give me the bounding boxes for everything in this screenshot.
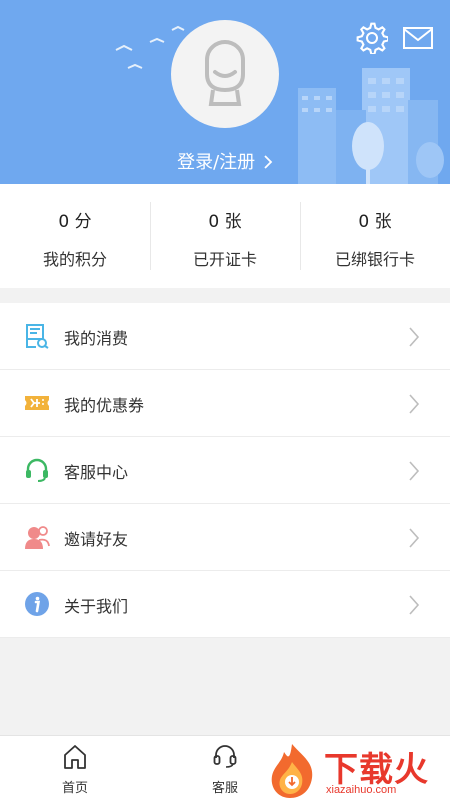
menu-list: 我的消费 我的优惠券 客服中心 邀请好友 关于我们 bbox=[0, 303, 450, 638]
stat-label: 我的积分 bbox=[42, 250, 107, 269]
divider bbox=[300, 202, 301, 270]
stat-bank-cards[interactable]: 0 张 已绑银行卡 bbox=[300, 184, 450, 288]
menu-item-label: 客服中心 bbox=[64, 463, 129, 482]
tab-label: 客服 bbox=[211, 781, 238, 796]
coupon-icon bbox=[25, 396, 49, 410]
site-watermark: 下载火 xiazaihuo.com bbox=[262, 740, 450, 800]
stat-label: 已开证卡 bbox=[192, 250, 257, 269]
stat-value: 0 张 bbox=[208, 212, 242, 232]
gear-icon bbox=[356, 22, 390, 56]
home-icon bbox=[64, 745, 86, 769]
menu-item-label: 邀请好友 bbox=[64, 530, 129, 549]
login-register-label: 登录/注册 bbox=[177, 152, 256, 173]
menu-item-label: 我的优惠券 bbox=[64, 396, 145, 415]
stats-panel: 0 分 我的积分 0 张 已开证卡 0 张 已绑银行卡 bbox=[0, 184, 450, 288]
settings-button[interactable] bbox=[356, 22, 390, 56]
stat-issued-cards[interactable]: 0 张 已开证卡 bbox=[150, 184, 300, 288]
avatar[interactable] bbox=[171, 20, 279, 128]
receipt-icon bbox=[26, 324, 49, 349]
mail-icon bbox=[403, 27, 433, 49]
avatar-placeholder-icon bbox=[205, 39, 245, 106]
stat-label: 已绑银行卡 bbox=[334, 250, 415, 269]
chevron-right-icon bbox=[263, 154, 273, 175]
chevron-right-icon bbox=[409, 461, 420, 481]
watermark-subtitle: xiazaihuo.com bbox=[326, 784, 397, 796]
flame-logo-icon bbox=[271, 744, 313, 798]
headset-icon bbox=[26, 458, 48, 482]
menu-item-customer-service[interactable]: 客服中心 bbox=[0, 437, 450, 504]
chevron-right-icon bbox=[409, 595, 420, 615]
tab-customer-service[interactable]: 客服 bbox=[185, 736, 265, 800]
menu-item-coupons[interactable]: 我的优惠券 bbox=[0, 370, 450, 437]
chevron-right-icon bbox=[409, 327, 420, 347]
chevron-right-icon bbox=[409, 528, 420, 548]
mail-button[interactable] bbox=[402, 24, 434, 52]
menu-item-invite-friends[interactable]: 邀请好友 bbox=[0, 504, 450, 571]
profile-header: 登录/注册 bbox=[0, 0, 450, 184]
divider bbox=[150, 202, 151, 270]
stat-value: 0 张 bbox=[358, 212, 392, 232]
tab-home[interactable]: 首页 bbox=[35, 736, 115, 800]
chevron-right-icon bbox=[409, 394, 420, 414]
stat-points[interactable]: 0 分 我的积分 bbox=[0, 184, 150, 288]
menu-item-label: 关于我们 bbox=[64, 597, 129, 616]
stat-value: 0 分 bbox=[58, 212, 92, 232]
invite-friend-icon bbox=[25, 526, 50, 549]
login-register-link[interactable]: 登录/注册 bbox=[0, 148, 450, 175]
tab-label: 首页 bbox=[61, 781, 88, 796]
menu-item-about-us[interactable]: 关于我们 bbox=[0, 571, 450, 638]
info-icon bbox=[25, 592, 49, 616]
headset-icon bbox=[213, 745, 237, 768]
menu-item-label: 我的消费 bbox=[64, 329, 129, 348]
menu-item-consumption[interactable]: 我的消费 bbox=[0, 303, 450, 370]
